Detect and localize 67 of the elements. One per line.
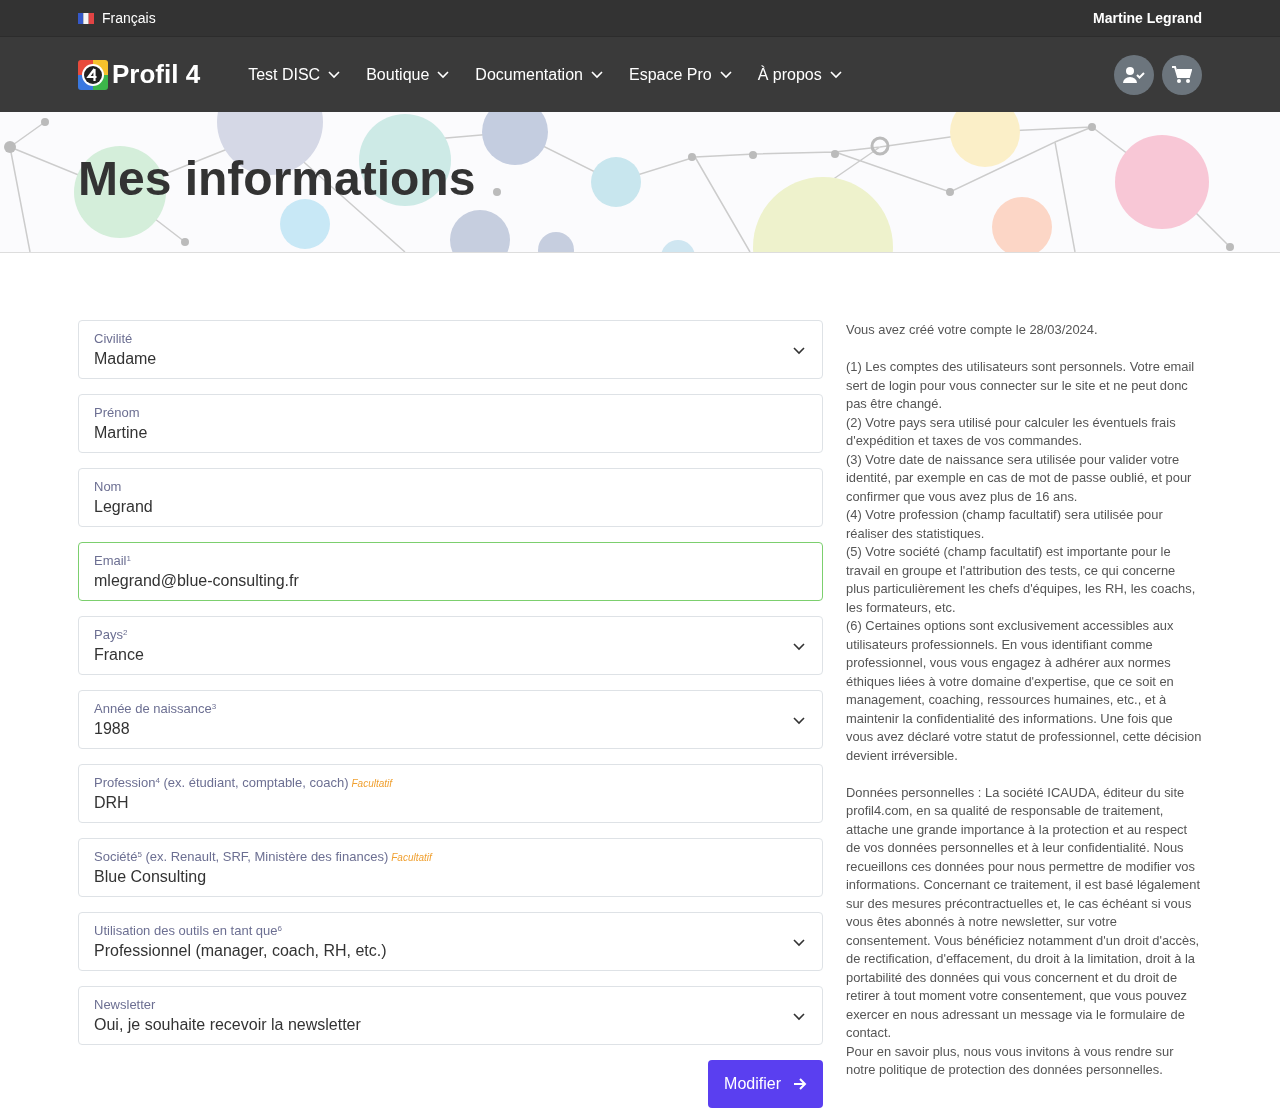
note-text: Données personnelles : La société ICAUDA, éditeur du site profil4.com, en sa qualité de responsable de traitement, attache une grande importance à la protection et au respect de vos données personnelles et à leur confidentialité. Nous recueillons ces données pour nous permettre de modifier vos informations. Concernant ce traitement, il est basé légalement sur des mesures précontractuelles et, le cas échéant si vous vous êtes abonnés à notre newsletter, sur votre consentement. Vous bénéficiez notamment d'un droit d'accès, de rectification, d'effacement, du droit à la limitation, droit à la portabilité des données qui vous concernent et du droit de retirer à tout moment votre consentement, que vous pouvez exercer en nous adressant un message via le formulaire de contact. (846, 783, 1201, 1042)
field-value: Madame (94, 350, 157, 367)
cart-button[interactable] (1162, 54, 1202, 95)
field-label: Société$^{5}$ (ex. Renault, SRF, Ministère des finances) (94, 848, 389, 865)
field-label: Newsletter (94, 996, 156, 1013)
chevron-down-icon (437, 70, 450, 79)
field-label: Profession$^{4}$ (ex. étudiant, comptable, coach) (94, 774, 349, 791)
user-name-link[interactable]: Martine Legrand (1093, 7, 1202, 29)
note-text: (6) Certaines options sont exclusivement accessibles aux utilisateurs professionnels. En vous identifiant comme professionnel, vous vous engagez à adhérer aux normes éthiques liées à votre domaine d'expertise, que ce soit en management, coaching, ressources humaines, etc., et à maintenir la confidentialité des informations. Une fois que vous avez déclaré votre statut de professionnel, cette décision devient irréversible. (846, 617, 1202, 765)
note-text: Pour en savoir plus, nous vous invitons à vous rendre sur notre politique de protection des données personnelles. (846, 1042, 1175, 1079)
chevron-down-icon (328, 70, 341, 79)
chevron-down-icon (719, 70, 732, 79)
chevron-down-icon (829, 70, 842, 79)
select-field[interactable]: Newsletter Oui, je souhaite recevoir la newsletter (78, 986, 823, 1045)
note-text: (4) Votre profession (champ facultatif) sera utilisée pour réaliser des statistiques. (846, 506, 1164, 543)
input-field[interactable]: Société$^{5}$ (ex. Renault, SRF, Ministère des finances) Facultatif Blue Consulting (78, 838, 823, 897)
brand-logo[interactable]: Profil 4 (78, 55, 201, 94)
field-label: Prénom (94, 404, 140, 421)
input-field[interactable]: Nom Legrand (78, 468, 823, 527)
account-button[interactable] (1114, 54, 1154, 95)
cart-icon (1172, 65, 1192, 84)
language-link[interactable]: Français (102, 7, 156, 29)
select-field[interactable]: Civilité Madame (78, 320, 823, 379)
note-text: (3) Votre date de naissance sera utilisée pour valider votre identité, par exemple en cas de mot de passe oublié, et pour confirmer que vous avez plus de 16 ans. (846, 450, 1193, 506)
note-text: (2) Votre pays sera utilisé pour calculer les éventuels frais d'expédition et taxes de vos commandes. (846, 413, 1177, 450)
input-field[interactable]: Prénom Martine (78, 394, 823, 453)
note-text: (1) Les comptes des utilisateurs sont personnels. Votre email sert de login pour vous connecter sur le site et ne peut donc pas être changé. (846, 358, 1196, 413)
field-value: DRH (94, 794, 129, 811)
chevron-down-icon (590, 70, 603, 79)
field-label: Civilité (94, 330, 133, 347)
input-field[interactable]: Email$^{1}$ mlegrand@blue-consulting.fr (78, 542, 823, 601)
nav-menu-link[interactable]: À propos (757, 62, 842, 87)
field-label: Année de naissance$^{3}$ (94, 700, 217, 717)
optional-tag: Facultatif (391, 850, 432, 865)
select-field[interactable]: Utilisation des outils en tant que$^{6}$ Professionnel (manager, coach, RH, etc.) (78, 912, 823, 971)
field-label: Email$^{1}$ (94, 552, 131, 569)
user-check-icon (1123, 65, 1145, 84)
modify-button[interactable]: Modifier (708, 1060, 823, 1108)
select-field[interactable]: Pays$^{2}$ France (78, 616, 823, 675)
note-text: Vous avez créé votre compte le 28/03/2024. (846, 321, 1099, 339)
field-label: Utilisation des outils en tant que$^{6}$ (94, 922, 282, 939)
select-field[interactable]: Année de naissance$^{3}$ 1988 (78, 690, 823, 749)
field-label: Pays$^{2}$ (94, 626, 128, 643)
flag-icon (78, 12, 94, 24)
chevron-down-icon (793, 642, 805, 651)
nav-menu-link[interactable]: Test DISC (248, 62, 341, 87)
chevron-down-icon (793, 716, 805, 725)
field-value: 1988 (94, 720, 130, 737)
field-value: France (94, 646, 144, 663)
optional-tag: Facultatif (351, 776, 393, 791)
nav-menu-link[interactable]: Espace Pro (628, 62, 732, 87)
field-value: Legrand (94, 498, 153, 515)
field-value: Martine (94, 424, 148, 441)
field-value: mlegrand@blue-consulting.fr (94, 572, 299, 589)
field-value: Professionnel (manager, coach, RH, etc.) (94, 942, 387, 959)
field-label: Nom (94, 478, 122, 495)
field-value: Blue Consulting (94, 868, 207, 885)
field-value: Oui, je souhaite recevoir la newsletter (94, 1016, 361, 1033)
nav-menu-link[interactable]: Documentation (475, 62, 603, 87)
input-field[interactable]: Profession$^{4}$ (ex. étudiant, comptable, coach) Facultatif DRH (78, 764, 823, 823)
chevron-down-icon (793, 938, 805, 947)
arrow-right-icon (793, 1077, 807, 1091)
chevron-down-icon (793, 1012, 805, 1021)
chevron-down-icon (793, 346, 805, 355)
note-text: (5) Votre société (champ facultatif) est importante pour le travail en groupe et l'attribution des tests, ce qui concerne plus particulièrement les chefs d'équipes, les RH, les coachs, les formateurs, etc. (846, 543, 1197, 617)
page-title: Mes informations (78, 151, 476, 203)
nav-menu-link[interactable]: Boutique (366, 62, 450, 87)
